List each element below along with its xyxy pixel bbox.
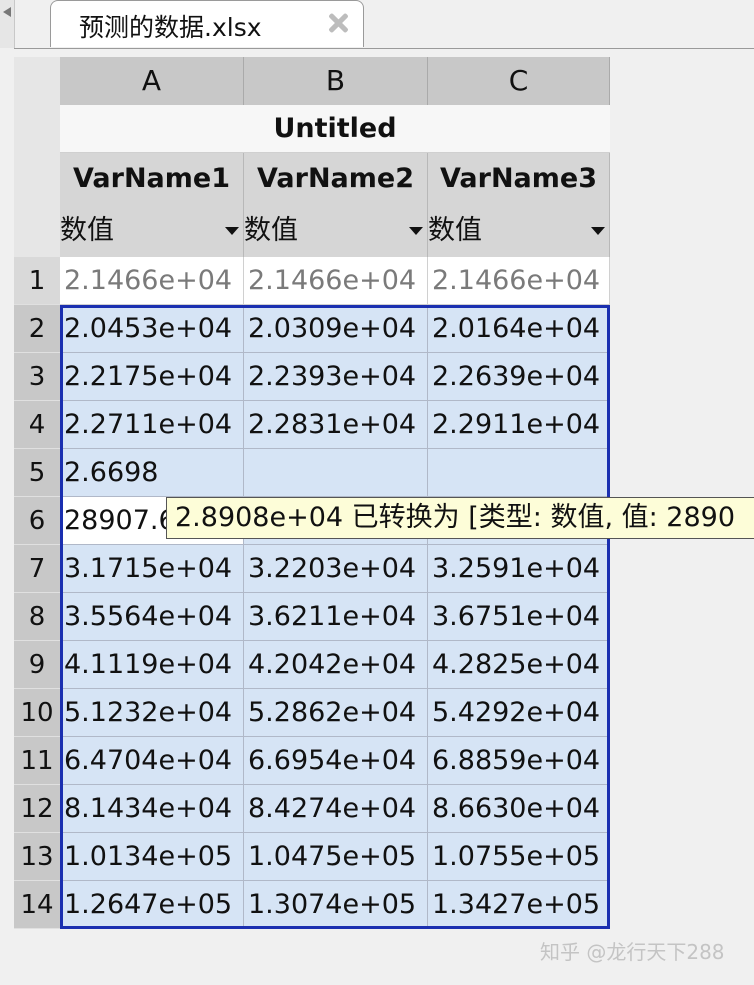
- row-header[interactable]: 13: [14, 833, 60, 881]
- conversion-tooltip: 2.8908e+04 已转换为 [类型: 数值, 值: 2890: [166, 497, 754, 539]
- table-cell[interactable]: 1.2647e+05: [60, 881, 244, 929]
- table-cell[interactable]: 4.1119e+04: [60, 641, 244, 689]
- table-cell[interactable]: 1.0475e+05: [244, 833, 428, 881]
- type-dropdown-c[interactable]: 数值: [428, 205, 610, 257]
- close-icon[interactable]: [325, 10, 351, 36]
- table-cell[interactable]: 2.2831e+04: [244, 401, 428, 449]
- table-cell[interactable]: [428, 449, 610, 497]
- row-header[interactable]: 4: [14, 401, 60, 449]
- table-cell[interactable]: 8.1434e+04: [60, 785, 244, 833]
- table-cell[interactable]: 3.2203e+04: [244, 545, 428, 593]
- table-cell[interactable]: 3.6211e+04: [244, 593, 428, 641]
- table-cell[interactable]: 5.1232e+04: [60, 689, 244, 737]
- type-label-b: 数值: [244, 215, 298, 246]
- chevron-down-icon[interactable]: [225, 227, 239, 235]
- file-tab[interactable]: 预测的数据.xlsx: [50, 0, 364, 47]
- table-cell[interactable]: 5.4292e+04: [428, 689, 610, 737]
- var-name-a[interactable]: VarName1: [60, 153, 244, 205]
- type-label-c: 数值: [428, 215, 482, 246]
- row-header[interactable]: 2: [14, 305, 60, 353]
- table-cell[interactable]: 2.6698: [60, 449, 244, 497]
- row-header[interactable]: 12: [14, 785, 60, 833]
- var-name-b[interactable]: VarName2: [244, 153, 428, 205]
- row-header[interactable]: 11: [14, 737, 60, 785]
- row-header[interactable]: 14: [14, 881, 60, 929]
- table-cell[interactable]: 2.2639e+04: [428, 353, 610, 401]
- row-header[interactable]: 8: [14, 593, 60, 641]
- type-label-a: 数值: [60, 215, 114, 246]
- row-header[interactable]: 3: [14, 353, 60, 401]
- table-cell[interactable]: 2.1466e+04: [428, 257, 610, 305]
- chevron-down-icon[interactable]: [409, 227, 423, 235]
- var-name-c[interactable]: VarName3: [428, 153, 610, 205]
- table-cell[interactable]: 3.5564e+04: [60, 593, 244, 641]
- table-cell[interactable]: 8.6630e+04: [428, 785, 610, 833]
- column-header-a[interactable]: A: [60, 57, 244, 105]
- table-cell[interactable]: 2.0164e+04: [428, 305, 610, 353]
- table-cell[interactable]: 2.1466e+04: [244, 257, 428, 305]
- table-cell[interactable]: 3.1715e+04: [60, 545, 244, 593]
- table-cell[interactable]: 8.4274e+04: [244, 785, 428, 833]
- table-cell[interactable]: 1.0134e+05: [60, 833, 244, 881]
- table-title[interactable]: Untitled: [60, 105, 610, 153]
- table-cell[interactable]: 2.2911e+04: [428, 401, 610, 449]
- row-header[interactable]: 1: [14, 257, 60, 305]
- row-header[interactable]: 5: [14, 449, 60, 497]
- table-cell[interactable]: 6.8859e+04: [428, 737, 610, 785]
- table-cell[interactable]: 6.4704e+04: [60, 737, 244, 785]
- table-cell[interactable]: 2.0453e+04: [60, 305, 244, 353]
- table-cell[interactable]: 2.2175e+04: [60, 353, 244, 401]
- sheet-corner[interactable]: [14, 57, 60, 257]
- type-dropdown-b[interactable]: 数值: [244, 205, 428, 257]
- table-cell[interactable]: 1.3074e+05: [244, 881, 428, 929]
- table-cell[interactable]: 4.2042e+04: [244, 641, 428, 689]
- column-header-b[interactable]: B: [244, 57, 428, 105]
- table-cell[interactable]: 3.6751e+04: [428, 593, 610, 641]
- table-cell[interactable]: [244, 449, 428, 497]
- table-cell[interactable]: 5.2862e+04: [244, 689, 428, 737]
- table-cell[interactable]: 1.0755e+05: [428, 833, 610, 881]
- tab-scroll-gutter[interactable]: [0, 0, 15, 48]
- chevron-down-icon[interactable]: [591, 227, 605, 235]
- watermark: 知乎 @龙行天下288: [540, 940, 725, 964]
- file-tab-title: 预测的数据.xlsx: [79, 13, 262, 42]
- table-cell[interactable]: 6.6954e+04: [244, 737, 428, 785]
- row-header[interactable]: 7: [14, 545, 60, 593]
- scroll-left-icon[interactable]: [3, 7, 11, 17]
- table-cell[interactable]: 3.2591e+04: [428, 545, 610, 593]
- table-cell[interactable]: 2.2393e+04: [244, 353, 428, 401]
- table-cell[interactable]: 2.2711e+04: [60, 401, 244, 449]
- column-header-c[interactable]: C: [428, 57, 610, 105]
- row-header[interactable]: 6: [14, 497, 60, 545]
- row-header[interactable]: 10: [14, 689, 60, 737]
- table-cell[interactable]: 1.3427e+05: [428, 881, 610, 929]
- table-cell[interactable]: 2.0309e+04: [244, 305, 428, 353]
- row-header[interactable]: 9: [14, 641, 60, 689]
- type-dropdown-a[interactable]: 数值: [60, 205, 244, 257]
- tab-strip: 预测的数据.xlsx: [0, 0, 754, 48]
- table-cell[interactable]: 4.2825e+04: [428, 641, 610, 689]
- table-cell[interactable]: 2.1466e+04: [60, 257, 244, 305]
- spreadsheet: A B C Untitled VarName1 VarName2 VarName…: [14, 48, 754, 985]
